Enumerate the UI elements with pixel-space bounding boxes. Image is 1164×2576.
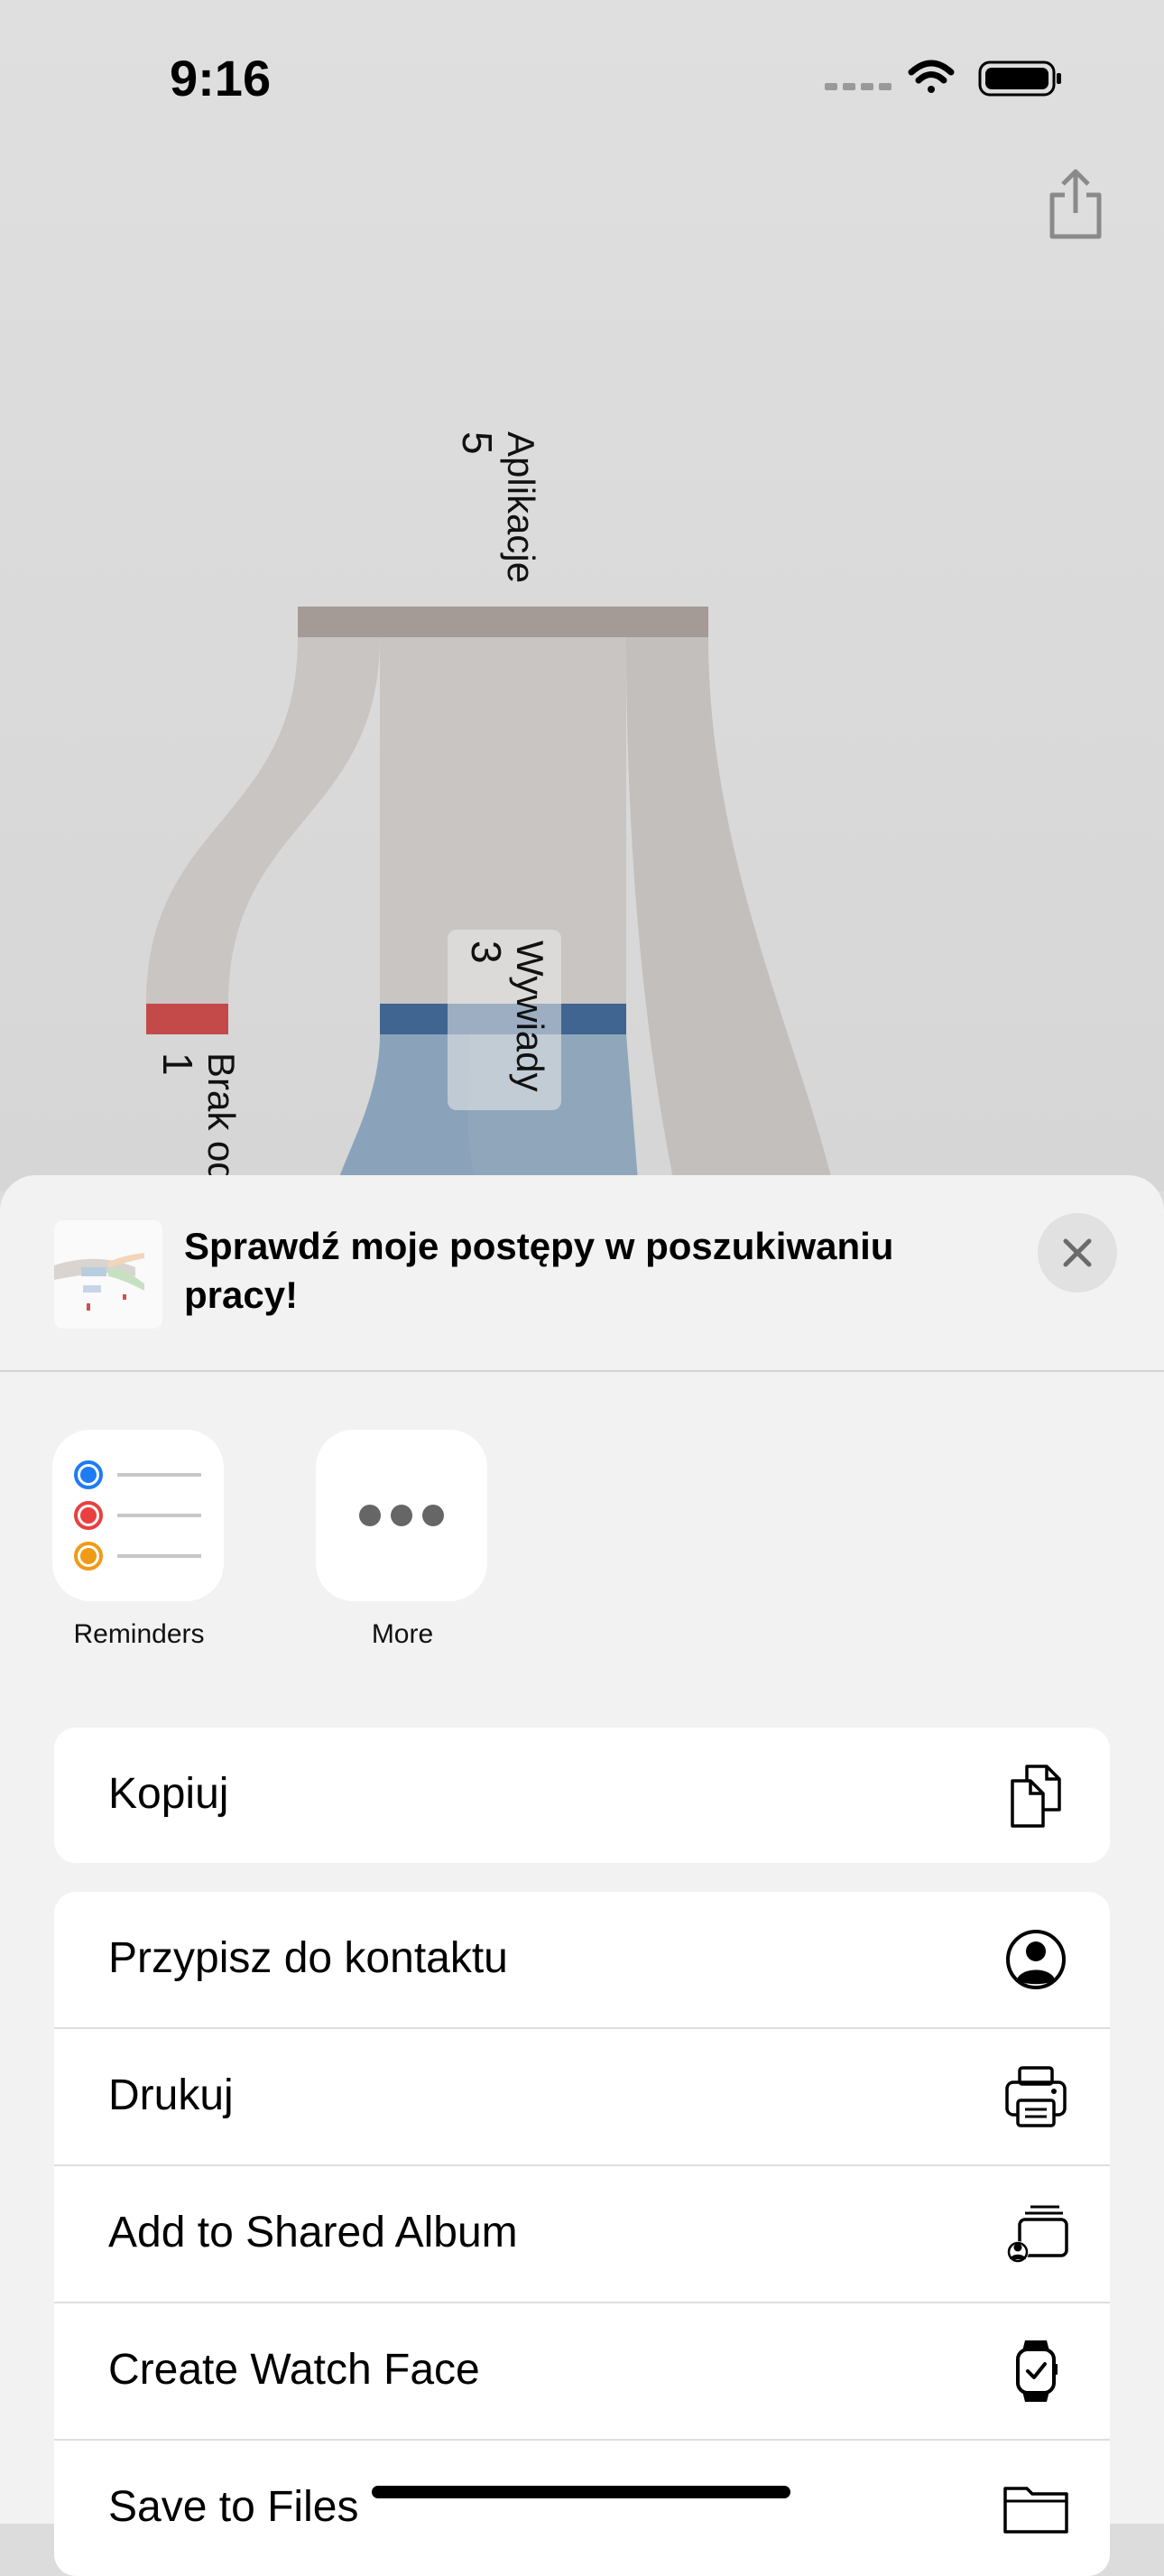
action-add-shared-album[interactable]: Add to Shared Album	[54, 2166, 1110, 2303]
sankey-link-other	[626, 637, 835, 1191]
share-preview-thumbnail	[54, 1220, 162, 1329]
shared-album-icon	[1007, 2205, 1068, 2263]
action-label: Create Watch Face	[108, 2346, 480, 2394]
action-label: Drukuj	[108, 2071, 234, 2119]
action-label: Save to Files	[108, 2483, 359, 2531]
sankey-node-aplikacje	[298, 607, 708, 637]
copy-icon	[1011, 1765, 1061, 1828]
app-reminders[interactable]: Reminders	[52, 1430, 226, 1650]
action-label: Add to Shared Album	[108, 2209, 518, 2256]
close-icon	[1063, 1238, 1092, 1267]
node-label-wywiady: Wywiady 3	[462, 941, 551, 1092]
folder-icon	[1003, 2487, 1068, 2534]
home-indicator	[372, 2486, 790, 2498]
printer-icon	[1005, 2066, 1067, 2127]
sankey-node-brak	[146, 1004, 228, 1034]
app-label-more: More	[371, 1619, 434, 1649]
sankey-chart	[146, 607, 835, 1191]
watch-icon	[1016, 2340, 1058, 2402]
share-sheet-title: Sprawdź moje postępy w poszukiwaniu prac…	[184, 1225, 894, 1316]
app-label-reminders: Reminders	[73, 1619, 205, 1649]
action-save-to-files[interactable]: Save to Files	[54, 2441, 1110, 2576]
action-group-copy: Kopiuj	[54, 1728, 1110, 1863]
node-label-aplikacje: Aplikacje 5	[453, 431, 542, 584]
sankey-link-brak-od	[146, 637, 380, 1004]
share-sheet: Sprawdź moje postępy w poszukiwaniu prac…	[0, 1175, 1164, 2576]
action-label: Kopiuj	[108, 1770, 229, 1818]
contact-icon	[1006, 1930, 1066, 1989]
action-group-main: Przypisz do kontaktu Drukuj Add to Share…	[54, 1892, 1110, 2576]
action-copy[interactable]: Kopiuj	[54, 1728, 1110, 1863]
app-more[interactable]: More	[316, 1430, 489, 1650]
header-divider	[0, 1370, 1164, 1372]
share-sheet-header: Sprawdź moje postępy w poszukiwaniu prac…	[0, 1175, 1164, 1370]
more-icon	[316, 1430, 487, 1601]
node-label-brak: Brak od 1	[153, 1052, 243, 1183]
action-label: Przypisz do kontaktu	[108, 1934, 508, 1982]
reminders-icon	[52, 1430, 224, 1601]
action-create-watch-face[interactable]: Create Watch Face	[54, 2303, 1110, 2441]
action-assign-contact[interactable]: Przypisz do kontaktu	[54, 1892, 1110, 2029]
close-button[interactable]	[1038, 1213, 1117, 1293]
action-print[interactable]: Drukuj	[54, 2029, 1110, 2166]
